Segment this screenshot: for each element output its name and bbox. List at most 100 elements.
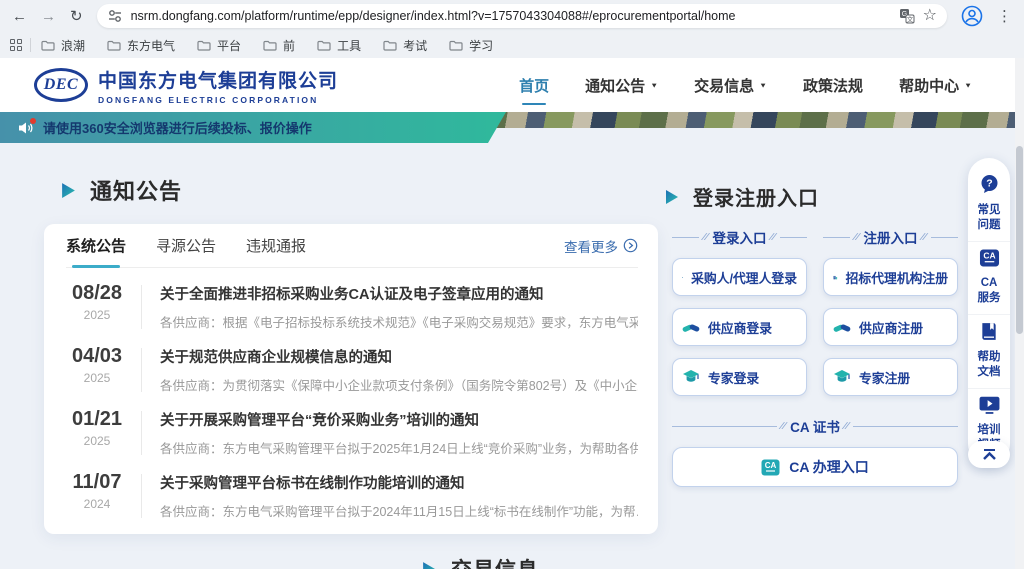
bookmark-label: 东方电气 (127, 37, 175, 54)
chevron-down-icon: ▼ (759, 81, 767, 89)
notice-date-year: 2025 (66, 371, 128, 385)
collapse-rail-button[interactable] (968, 441, 1010, 468)
bookmark-folder[interactable]: 前 (263, 37, 295, 54)
notice-summary: 各供应商：根据《电子招标投标系统技术规范》《电子采购交易规范》要求，东方电气采购… (160, 312, 638, 331)
speaker-icon (18, 121, 34, 135)
notice-section-head: 通知公告 (60, 174, 658, 206)
buyer-agent-login-button[interactable]: 采购人/代理人登录 (672, 258, 807, 296)
ca-service-link[interactable]: CA CA 服务 (968, 241, 1010, 314)
tab-sourcing-notices[interactable]: 寻源公告 (156, 224, 216, 268)
section-arrow-icon (421, 561, 438, 569)
site-header: DEC 中国东方电气集团有限公司 DONGFANG ELECTRIC CORPO… (0, 58, 1024, 112)
page-scrollbar-thumb[interactable] (1016, 146, 1023, 334)
bookmark-folder[interactable]: 东方电气 (107, 37, 175, 54)
folder-icon (263, 40, 277, 51)
grad-cap-icon (833, 369, 851, 385)
notice-list-item[interactable]: 11/07 2024 关于采购管理平台标书在线制作功能培训的通知 各供应商：东方… (66, 457, 638, 520)
bookmark-star-icon[interactable]: ☆ (923, 8, 937, 24)
section-title: 登录注册入口 (693, 182, 819, 211)
bookmark-label: 前 (283, 37, 295, 54)
address-bar[interactable]: nsrm.dongfang.com/platform/runtime/epp/d… (97, 4, 947, 28)
ca-group-caption: ∕∕ CA 证书 ∕∕ (672, 416, 958, 436)
button-label: 供应商注册 (859, 318, 923, 337)
forward-icon[interactable]: → (41, 9, 56, 24)
login-groups: ∕∕ 登录入口 ∕∕ 采购人/代理人登录 供应商登录 专家登录 (672, 227, 958, 408)
nav-label: 帮助中心 (899, 75, 959, 96)
chrome-menu-icon[interactable]: ⋮ (997, 9, 1012, 24)
bookmark-folder[interactable]: 平台 (197, 37, 241, 54)
view-more-label: 查看更多 (564, 236, 618, 256)
chevron-down-icon: ▼ (964, 81, 972, 89)
divider-slashes: ∕∕ (854, 232, 859, 243)
nav-item-help-center[interactable]: 帮助中心 ▼ (899, 75, 972, 96)
video-icon (979, 396, 1000, 414)
bookmark-folder[interactable]: 考试 (383, 37, 427, 54)
folder-icon (383, 40, 397, 51)
notice-list-item[interactable]: 01/21 2025 关于开展采购管理平台“竞价采购业务”培训的通知 各供应商：… (66, 394, 638, 457)
supplier-register-button[interactable]: 供应商注册 (823, 308, 958, 346)
login-section-head: 登录注册入口 (664, 182, 958, 211)
supplier-login-button[interactable]: 供应商登录 (672, 308, 807, 346)
bookmark-folder[interactable]: 浪潮 (41, 37, 85, 54)
help-docs-link[interactable]: 帮助文档 (968, 314, 1010, 388)
notice-list-item[interactable]: 08/28 2025 关于全面推进非招标采购业务CA认证及电子签章应用的通知 各… (66, 268, 638, 331)
expert-register-button[interactable]: 专家注册 (823, 358, 958, 396)
nav-item-notices[interactable]: 通知公告▼ (585, 75, 658, 96)
site-settings-icon[interactable] (107, 8, 123, 24)
view-more-link[interactable]: 查看更多 (564, 236, 638, 256)
tab-violation-reports[interactable]: 违规通报 (246, 224, 306, 268)
main-nav: 首页 通知公告▼ 交易信息▼ 政策法规 帮助中心 ▼ (519, 75, 972, 96)
nav-label: 首页 (519, 75, 549, 96)
group-caption-label: 登录入口 (713, 227, 767, 247)
bookmark-folder[interactable]: 学习 (449, 37, 493, 54)
svg-text:CA: CA (765, 461, 777, 470)
ca-badge-icon: CA (979, 249, 1000, 267)
notice-date-year: 2024 (66, 497, 128, 511)
faq-link[interactable]: ? 常见问题 (968, 167, 1010, 241)
divider (141, 348, 142, 392)
nav-label: 政策法规 (803, 75, 863, 96)
notice-date: 08/28 2025 (66, 282, 128, 322)
bidding-agency-register-button[interactable]: 招标代理机构注册 (823, 258, 958, 296)
page-scrollbar-track[interactable] (1015, 58, 1024, 569)
divider-slashes: ∕∕ (844, 421, 849, 432)
browser-notice-ribbon: 请使用360安全浏览器进行后续投标、报价操作 (0, 112, 506, 143)
folder-icon (317, 40, 331, 51)
notice-date-year: 2025 (66, 434, 128, 448)
section-title: 通知公告 (90, 174, 182, 206)
profile-avatar[interactable] (961, 5, 983, 27)
section-arrow-icon (60, 182, 77, 199)
quick-links-rail: ? 常见问题 CA CA 服务 帮助文档 培训视频 (968, 158, 1010, 465)
nav-item-trade-info[interactable]: 交易信息▼ (694, 75, 767, 96)
bookmarks-bar: 浪潮 东方电气 平台 前 工具 考试 学习 (0, 32, 1024, 58)
translate-icon[interactable]: G 文 (899, 8, 915, 24)
section-title: 交易信息 (451, 554, 539, 569)
button-label: CA 办理入口 (789, 457, 869, 477)
nav-item-home[interactable]: 首页 (519, 75, 549, 96)
notice-list-item[interactable]: 04/03 2025 关于规范供应商企业规模信息的通知 各供应商：为贯彻落实《保… (66, 331, 638, 394)
svg-text:?: ? (986, 178, 992, 190)
notice-title: 关于规范供应商企业规模信息的通知 (160, 346, 638, 367)
trade-section-head: 交易信息 (0, 554, 960, 569)
divider-slashes: ∕∕ (781, 421, 786, 432)
rail-label: CA 服务 (975, 276, 1003, 306)
button-label: 采购人/代理人登录 (691, 268, 797, 287)
notice-body: 关于开展采购管理平台“竞价采购业务”培训的通知 各供应商：东方电气采购管理平台拟… (160, 408, 638, 457)
bookmark-label: 考试 (403, 37, 427, 54)
nav-item-policies[interactable]: 政策法规 (803, 75, 863, 96)
url-text: nsrm.dongfang.com/platform/runtime/epp/d… (131, 9, 891, 23)
notice-title: 关于采购管理平台标书在线制作功能培训的通知 (160, 472, 638, 493)
notice-card: 系统公告 寻源公告 违规通报 查看更多 08/28 2025 关于全面推进非招标… (44, 224, 658, 534)
back-icon[interactable]: ← (12, 9, 27, 24)
login-section: 登录注册入口 ∕∕ 登录入口 ∕∕ 采购人/代理人登录 供应商登录 (672, 172, 958, 534)
ca-apply-button[interactable]: CA CA 办理入口 (672, 447, 958, 487)
tab-system-notices[interactable]: 系统公告 (66, 224, 126, 268)
apps-grid-icon[interactable] (10, 39, 22, 51)
reload-icon[interactable]: ↻ (70, 9, 83, 24)
expert-login-button[interactable]: 专家登录 (672, 358, 807, 396)
notice-tabs: 系统公告 寻源公告 违规通报 查看更多 (66, 224, 638, 268)
dec-logo[interactable]: DEC (34, 68, 88, 102)
notice-date-md: 04/03 (66, 345, 128, 368)
bookmark-folder[interactable]: 工具 (317, 37, 361, 54)
divider (672, 237, 699, 238)
